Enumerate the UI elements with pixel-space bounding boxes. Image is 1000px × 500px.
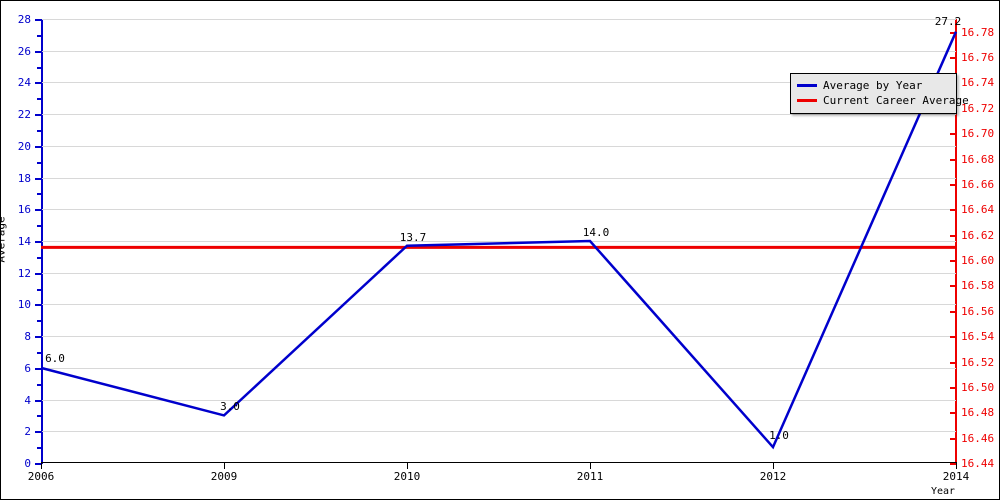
y-axis-title: Average <box>0 216 8 263</box>
chart-legend[interactable]: Average by Year Current Career Average <box>790 73 969 114</box>
legend-color-swatch-blue <box>797 84 817 87</box>
data-point-label: 1.0 <box>769 429 789 442</box>
data-point-label: 6.0 <box>45 352 65 365</box>
legend-color-swatch-red <box>797 99 817 102</box>
legend-label: Average by Year <box>823 79 923 92</box>
legend-label: Current Career Average <box>823 94 969 107</box>
data-point-label: 27.2 <box>934 15 962 28</box>
legend-item-current-career-average[interactable]: Current Career Average <box>797 93 969 108</box>
legend-item-average-by-year[interactable]: Average by Year <box>797 78 950 93</box>
data-point-label: 14.0 <box>582 226 610 239</box>
data-point-label: 3.0 <box>220 400 240 413</box>
data-point-label: 13.7 <box>399 231 427 244</box>
x-axis-title: Year <box>930 486 956 497</box>
chart-container: 0 2 4 6 8 10 12 14 16 18 20 22 24 26 28 16.44 16.46 16.4… <box>0 0 1000 500</box>
